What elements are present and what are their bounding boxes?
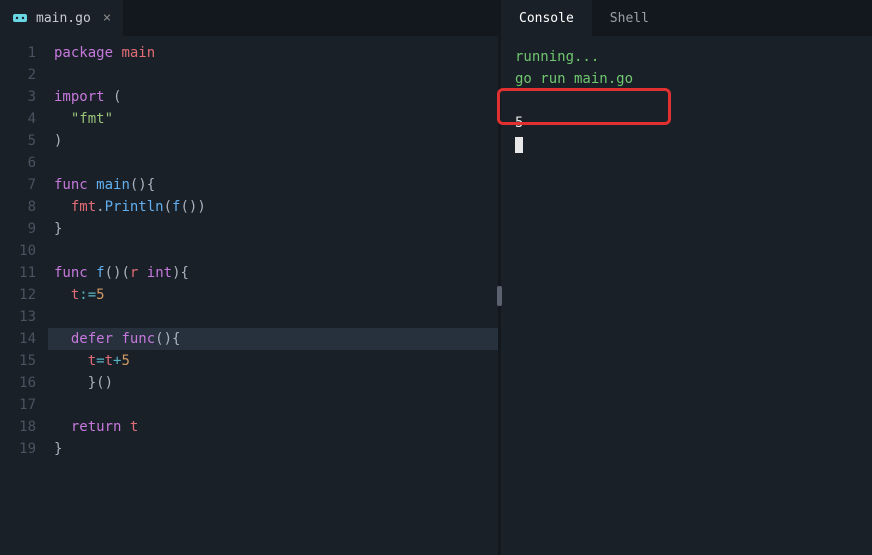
editor-pane: main.go × 12345678910111213141516171819 … [0,0,498,555]
console-cursor-line [515,134,858,156]
code-line[interactable]: import ( [48,86,498,108]
line-number: 2 [0,64,48,86]
line-number: 6 [0,152,48,174]
line-number: 13 [0,306,48,328]
annotation-box [497,88,671,125]
file-tab[interactable]: main.go × [0,0,123,36]
console-output[interactable]: running...go run main.go 5 [501,36,872,555]
code-line[interactable] [48,64,498,86]
line-number: 18 [0,416,48,438]
tab-console[interactable]: Console [501,0,592,36]
close-icon[interactable]: × [103,10,111,26]
code-line[interactable]: func f()(r int){ [48,262,498,284]
code-line[interactable]: fmt.Println(f()) [48,196,498,218]
file-tab-label: main.go [36,11,91,26]
line-number: 4 [0,108,48,130]
tab-shell[interactable]: Shell [592,0,667,36]
code-line[interactable]: ) [48,130,498,152]
code-area[interactable]: 12345678910111213141516171819 package ma… [0,36,498,555]
output-pane: ConsoleShell running...go run main.go 5 [501,0,872,555]
line-number: 5 [0,130,48,152]
cursor-icon [515,137,523,153]
code-line[interactable]: t:=5 [48,284,498,306]
code-line[interactable] [48,306,498,328]
code-line[interactable]: }() [48,372,498,394]
code-line[interactable]: package main [48,42,498,64]
line-number: 19 [0,438,48,460]
line-number: 7 [0,174,48,196]
line-number: 14 [0,328,48,350]
code-line[interactable]: } [48,438,498,460]
code-body[interactable]: package mainimport ( "fmt")func main(){ … [48,42,498,555]
line-number: 17 [0,394,48,416]
code-line[interactable]: "fmt" [48,108,498,130]
gutter: 12345678910111213141516171819 [0,42,48,555]
console-line: go run main.go [515,68,858,90]
output-tab-bar: ConsoleShell [501,0,872,36]
console-line: running... [515,46,858,68]
line-number: 9 [0,218,48,240]
code-line[interactable]: return t [48,416,498,438]
line-number: 8 [0,196,48,218]
line-number: 16 [0,372,48,394]
code-line[interactable] [48,240,498,262]
line-number: 12 [0,284,48,306]
editor-tab-bar: main.go × [0,0,498,36]
code-line[interactable] [48,394,498,416]
code-line[interactable]: t=t+5 [48,350,498,372]
line-number: 15 [0,350,48,372]
line-number: 3 [0,86,48,108]
code-line[interactable]: func main(){ [48,174,498,196]
code-line[interactable] [48,152,498,174]
line-number: 11 [0,262,48,284]
line-number: 10 [0,240,48,262]
code-line[interactable]: } [48,218,498,240]
code-line[interactable]: defer func(){ [48,328,498,350]
go-icon [12,10,28,26]
line-number: 1 [0,42,48,64]
